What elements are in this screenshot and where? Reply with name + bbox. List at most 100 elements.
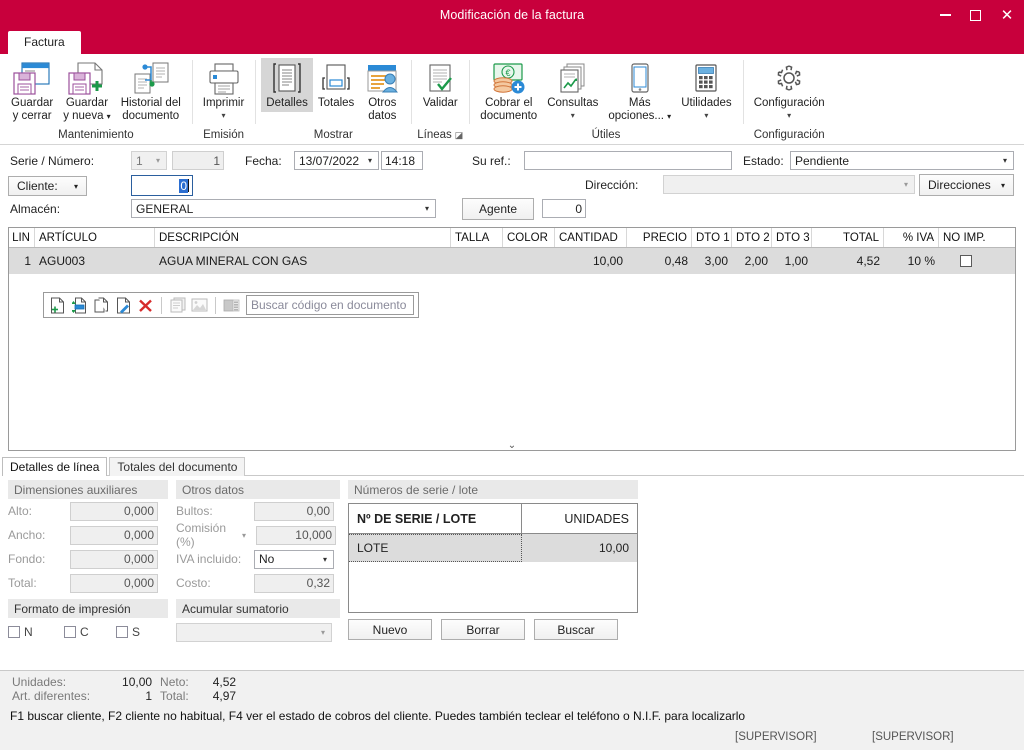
table-row[interactable]: 1 AGU003 AGUA MINERAL CON GAS 10,00 0,48… (9, 248, 1015, 274)
ribbon-button-label2: documento (122, 110, 180, 122)
column-header-serie-lote[interactable]: Nº DE SERIE / LOTE (349, 504, 522, 533)
fecha-value: 13/07/2022 (299, 153, 360, 168)
ribbon-group-configuracion: Configuración ▾ Configuración (742, 54, 836, 144)
acumular-combo[interactable]: ▾ (176, 622, 332, 642)
ancho-input[interactable] (70, 525, 158, 545)
chevron-down-icon[interactable]: ⌄ (9, 440, 1015, 450)
chevron-down-icon[interactable]: ▾ (242, 531, 252, 540)
tab-factura[interactable]: Factura (8, 31, 81, 54)
numero-input[interactable] (172, 151, 224, 170)
field-row-costo: Costo: (176, 571, 340, 595)
ribbon-button-configuracion[interactable]: Configuración ▾ (749, 58, 830, 122)
close-button[interactable]: ✕ (990, 0, 1024, 30)
chevron-down-icon: ▾ (322, 554, 327, 564)
column-header-color[interactable]: COLOR (503, 228, 555, 247)
serie-combo[interactable]: 1 ▾ (131, 151, 167, 170)
borrar-button[interactable]: Borrar (441, 619, 525, 640)
ribbon-button-mas-opciones[interactable]: Más opciones... ▾ (603, 58, 676, 125)
su-ref-input[interactable] (524, 151, 732, 170)
column-header-dto2[interactable]: DTO 2 (732, 228, 772, 247)
ribbon-button-cobrar-el-documento[interactable]: € Cobrar el documento (475, 58, 542, 125)
column-header-dto1[interactable]: DTO 1 (692, 228, 732, 247)
bultos-input[interactable] (254, 501, 334, 521)
buscar-button[interactable]: Buscar (534, 619, 618, 640)
column-header-descripcion[interactable]: DESCRIPCIÓN (155, 228, 451, 247)
minimize-button[interactable] (930, 0, 960, 30)
column-header-lin[interactable]: LIN (9, 228, 35, 247)
hora-input[interactable] (381, 151, 423, 170)
column-header-talla[interactable]: TALLA (451, 228, 503, 247)
agente-button[interactable]: Agente (462, 198, 534, 220)
label-alto: Alto: (8, 504, 33, 518)
column-header-unidades[interactable]: UNIDADES (522, 504, 637, 533)
ribbon-button-detalles[interactable]: Detalles (261, 58, 313, 112)
nuevo-button[interactable]: Nuevo (348, 619, 432, 640)
almacen-combo[interactable]: GENERAL ▾ (131, 199, 436, 218)
ribbon-button-guardar-y-nueva[interactable]: Guardar y nueva ▾ (58, 58, 116, 125)
checkbox-formato-c[interactable]: C (64, 625, 116, 639)
cliente-button[interactable]: Cliente: ▾ (8, 176, 87, 196)
iva-incluido-combo[interactable]: No ▾ (254, 549, 334, 569)
cell-lote: LOTE (349, 534, 522, 562)
agente-input[interactable] (542, 199, 586, 218)
queries-icon (557, 61, 589, 97)
checkbox-box (64, 626, 76, 638)
fondo-input[interactable] (70, 549, 158, 569)
edit-line-icon[interactable] (114, 295, 133, 315)
checkbox-formato-s[interactable]: S (116, 625, 140, 639)
ribbon-group-mostrar: Detalles Totales Otros datos Mostrar (255, 54, 411, 144)
cell-noimp[interactable] (939, 248, 993, 274)
ribbon-button-label2: datos (368, 110, 397, 122)
cliente-input[interactable]: 0 (131, 175, 193, 196)
direccion-combo[interactable]: ▾ (663, 175, 915, 194)
ribbon-button-otros-datos[interactable]: Otros datos (359, 58, 405, 125)
panel-dimensiones-auxiliares: Dimensiones auxiliares Alto: Ancho: Fond… (8, 480, 168, 642)
comision-input[interactable] (256, 525, 336, 545)
label-ancho: Ancho: (8, 528, 46, 542)
ribbon-group-lineas: Validar Líneas ◪ (411, 54, 469, 144)
column-header-iva[interactable]: % IVA (884, 228, 939, 247)
ribbon-button-consultas[interactable]: Consultas ▾ (542, 58, 603, 122)
total-dim-input[interactable] (70, 573, 158, 593)
maximize-button[interactable] (960, 0, 990, 30)
tab-detalles-de-linea[interactable]: Detalles de línea (2, 457, 108, 476)
chevron-down-icon: ▾ (424, 204, 429, 213)
column-header-precio[interactable]: PRECIO (627, 228, 692, 247)
chevron-down-icon[interactable]: ▾ (222, 111, 226, 120)
label-iva-incluido: IVA incluido: (176, 552, 242, 566)
serial-lot-empty-area[interactable] (349, 562, 637, 612)
column-header-cantidad[interactable]: CANTIDAD (555, 228, 627, 247)
column-header-articulo[interactable]: ARTÍCULO (35, 228, 155, 247)
no-imp-checkbox[interactable] (960, 255, 972, 267)
chevron-down-icon[interactable]: ▾ (787, 111, 791, 120)
search-input[interactable]: Buscar código en documento (246, 295, 414, 315)
list-item[interactable]: LOTE 10,00 (349, 534, 637, 562)
value-neto: 4,52 (212, 675, 237, 689)
title-bar: Modificación de la factura ✕ (0, 0, 1024, 30)
insert-line-icon[interactable] (70, 295, 89, 315)
direcciones-button[interactable]: Direcciones ▾ (919, 174, 1014, 196)
ribbon-button-imprimir[interactable]: Imprimir ▾ (198, 58, 250, 122)
ribbon-button-guardar-y-cerrar[interactable]: Guardar y cerrar (6, 58, 58, 125)
alto-input[interactable] (70, 501, 158, 521)
ribbon-button-utilidades[interactable]: Utilidades ▾ (676, 58, 737, 122)
ribbon-button-label: Validar (422, 97, 458, 109)
chevron-down-icon[interactable]: ▾ (571, 111, 575, 120)
checkbox-formato-n[interactable]: N (8, 625, 64, 639)
new-line-icon[interactable] (48, 295, 67, 315)
panel-header: Otros datos (176, 480, 340, 499)
chevron-down-icon[interactable]: ▾ (704, 111, 708, 120)
estado-combo[interactable]: Pendiente ▾ (790, 151, 1014, 170)
tab-totales-del-documento[interactable]: Totales del documento (109, 457, 246, 476)
column-header-noimp[interactable]: NO IMP. (939, 228, 993, 247)
ribbon-button-totales[interactable]: Totales (313, 58, 359, 112)
ribbon-button-validar[interactable]: Validar (417, 58, 463, 112)
dialog-launcher-icon[interactable]: ◪ (455, 130, 464, 140)
costo-input[interactable] (254, 573, 334, 593)
delete-line-icon[interactable] (136, 295, 155, 315)
column-header-total[interactable]: TOTAL (812, 228, 884, 247)
column-header-dto3[interactable]: DTO 3 (772, 228, 812, 247)
copy-line-icon[interactable] (92, 295, 111, 315)
ribbon-button-historial-del-documento[interactable]: Historial del documento (116, 58, 186, 125)
fecha-date-picker[interactable]: 13/07/2022 ▾ (294, 151, 379, 170)
